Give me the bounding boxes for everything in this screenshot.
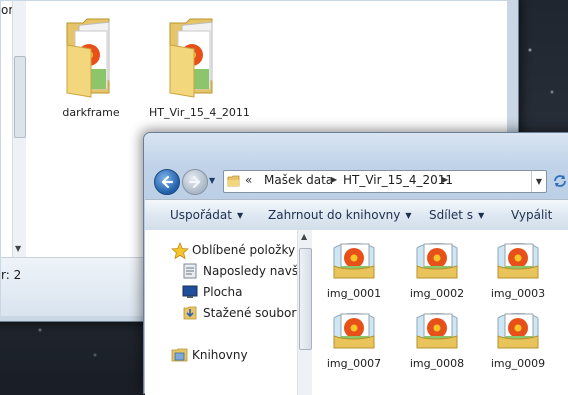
include-label: Zahrnout do knihovny [268,208,401,222]
file-label: img_0008 [409,357,465,370]
recent-places-icon [183,263,197,279]
file-list-pane: img_0001 img_0002 img_0003 img_0007 img_… [312,230,568,395]
star-icon [171,242,189,260]
forward-button[interactable] [182,169,208,195]
refresh-icon[interactable] [551,173,568,189]
address-dropdown-icon[interactable]: ▼ [531,171,546,192]
folder-label: darkframe [62,106,120,119]
image-file-icon [333,313,375,349]
share-with-button[interactable]: Sdílet s ▼ [429,208,484,222]
file-item[interactable]: img_0009 [488,310,548,370]
file-item[interactable]: img_0001 [324,240,384,300]
chevron-down-icon: ▼ [236,211,244,220]
image-file-icon [416,313,458,349]
scroll-up-arrow-icon[interactable]: ▲ [301,232,307,241]
image-file-icon [416,243,458,279]
back-button[interactable] [154,169,180,195]
breadcrumb-item[interactable]: Mašek data [264,173,333,187]
file-item[interactable]: img_0007 [324,310,384,370]
libraries-icon [171,348,188,362]
breadcrumb-item[interactable]: HT_Vir_15_4_2011 [343,173,453,187]
file-item[interactable]: img_0002 [407,240,467,300]
nav-label-recent: Naposledy navští [203,264,297,278]
include-in-library-button[interactable]: Zahrnout do knihovny ▼ [268,208,412,222]
downloads-icon [183,306,197,320]
image-file-icon [333,243,375,279]
breadcrumb-overflow[interactable]: « [245,173,252,187]
organize-label: Uspořádat [170,208,232,222]
back-scroll-thumb[interactable] [14,56,26,138]
nav-label-desktop: Plocha [203,285,243,299]
address-bar[interactable]: « Mašek data ▶ HT_Vir_15_4_2011 ▶ ▼ [223,170,547,193]
back-nav-scrollbar[interactable]: ▼ [12,1,26,257]
breadcrumb-separator-icon[interactable]: ▶ [442,175,448,184]
nav-scroll-thumb[interactable] [299,248,312,350]
chevron-down-icon: ▼ [405,211,412,220]
arrow-right-icon [188,175,201,189]
file-label: img_0001 [326,287,382,300]
arrow-left-icon [161,175,174,189]
folder-icon [66,18,110,98]
folder-item[interactable]: HT_Vir_15_4_2011 [149,9,250,119]
nav-label-libraries: Knihovny [192,348,248,362]
file-label: img_0007 [326,357,382,370]
image-file-icon [497,243,539,279]
command-bar: Uspořádat ▼ Zahrnout do knihovny ▼ Sdílet … [145,199,568,231]
navigation-pane: Oblíbené položky Naposledy navští Plocha… [145,230,297,395]
folder-icon [227,175,240,187]
breadcrumb-separator-icon[interactable]: ▶ [331,175,337,184]
nav-label-downloads: Stažené soubory [203,306,297,320]
share-label: Sdílet s [429,208,474,222]
back-status-text: r: 2 [1,268,22,282]
nav-label-favorites: Oblíbené položky [192,243,296,257]
file-label: img_0009 [490,357,546,370]
file-label: img_0003 [490,287,546,300]
folder-icon [169,18,213,98]
folder-item[interactable]: darkframe [46,9,136,119]
scroll-down-arrow-icon[interactable]: ▼ [15,244,21,253]
nav-pane-scrollbar[interactable]: ▲ [297,230,312,395]
burn-button[interactable]: Vypálit [511,208,552,222]
file-item[interactable]: img_0003 [488,240,548,300]
foreground-explorer-window[interactable]: ▼ « Mašek data ▶ HT_Vir_15_4_2011 ▶ ▼ Us… [143,132,568,395]
folder-label: HT_Vir_15_4_2011 [149,106,250,119]
image-file-icon [497,313,539,349]
file-item[interactable]: img_0008 [407,310,467,370]
burn-label: Vypálit [511,208,553,222]
chevron-down-icon: ▼ [478,211,485,220]
organize-button[interactable]: Uspořádat ▼ [170,208,243,222]
window-title-area[interactable] [144,133,568,167]
file-label: img_0002 [409,287,465,300]
desktop-icon [182,285,198,298]
recent-pages-dropdown-icon[interactable]: ▼ [209,176,215,185]
